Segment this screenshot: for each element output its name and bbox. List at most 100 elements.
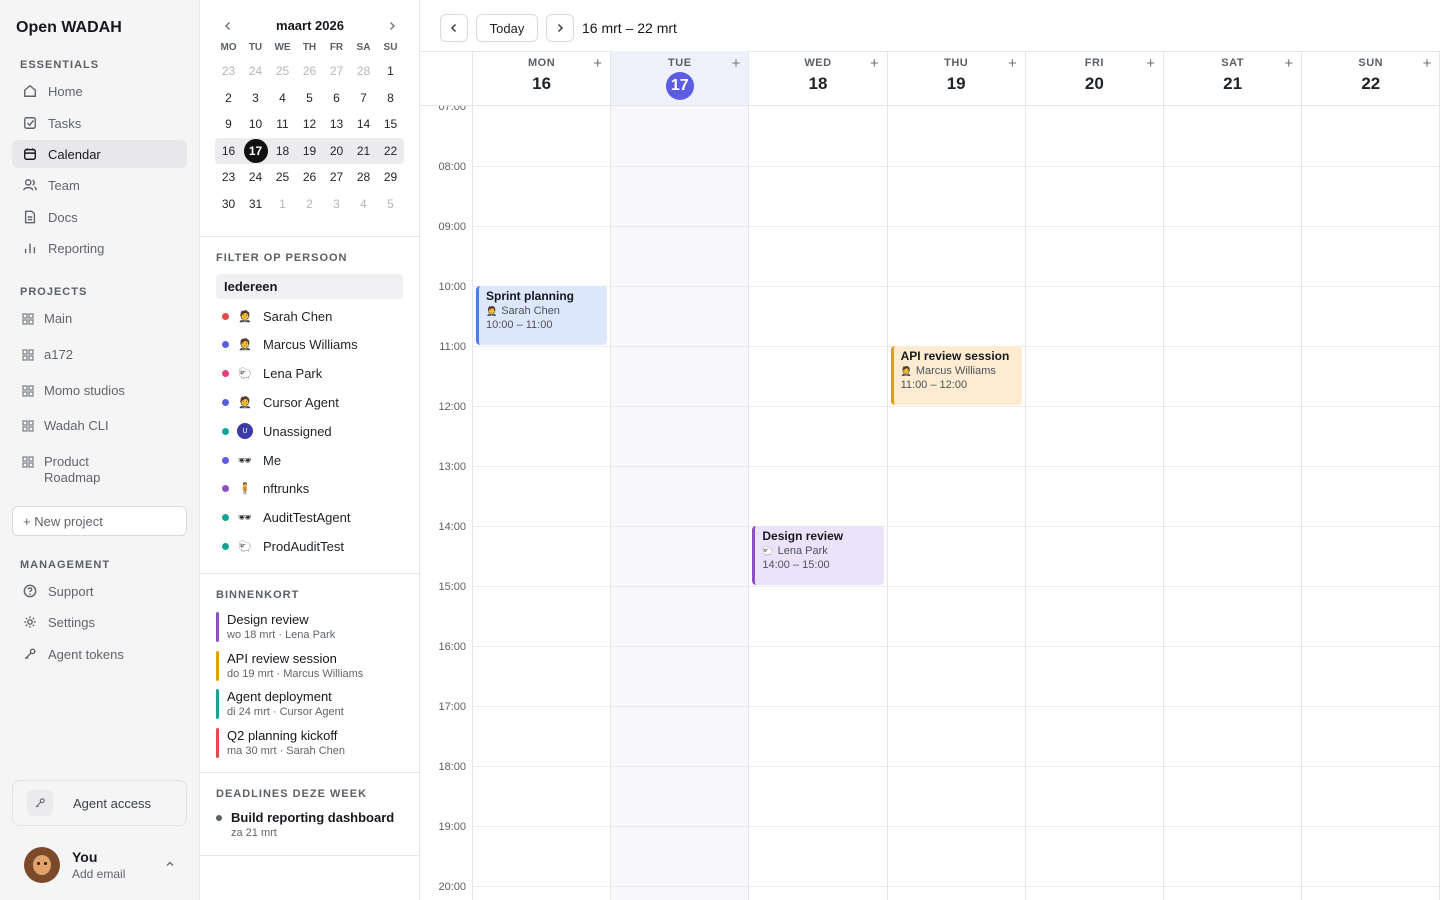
mini-calendar-day[interactable]: 18 <box>269 138 296 165</box>
mini-calendar-day[interactable]: 8 <box>377 85 404 112</box>
mini-calendar-day[interactable]: 1 <box>377 58 404 85</box>
mini-calendar-day[interactable]: 23 <box>215 58 242 85</box>
next-month-button[interactable] <box>382 16 402 36</box>
project-item-main[interactable]: Main <box>12 311 187 327</box>
mini-calendar-day[interactable]: 26 <box>296 164 323 191</box>
mini-calendar-day[interactable]: 7 <box>350 85 377 112</box>
mini-calendar-day[interactable]: 9 <box>215 111 242 138</box>
mini-calendar-day[interactable]: 22 <box>377 138 404 165</box>
time-grid[interactable]: 07:00 08:00 09:00 10:00 11:00 12:00 13:00 14:00… <box>420 106 1440 900</box>
project-item-wadah-cli[interactable]: Wadah CLI <box>12 418 187 434</box>
sidebar-item-team[interactable]: Team <box>12 171 187 199</box>
essentials-label: ESSENTIALS <box>20 59 100 71</box>
mini-calendar-day[interactable]: 13 <box>323 111 350 138</box>
new-project-button[interactable]: + New project <box>12 506 187 536</box>
mini-calendar-day[interactable]: 28 <box>350 58 377 85</box>
add-event-button[interactable]: + <box>732 56 741 72</box>
upcoming-item[interactable]: Agent deployment di 24 mrt · Cursor Agent <box>216 689 406 720</box>
mini-calendar-day[interactable]: 29 <box>377 164 404 191</box>
calendar-event[interactable]: Sprint planning 🤵 Sarah Chen 10:00 – 11:00 <box>476 286 608 345</box>
mini-calendar-day[interactable]: 31 <box>242 191 269 218</box>
add-event-button[interactable]: + <box>870 56 879 72</box>
mini-calendar-day[interactable]: 24 <box>242 58 269 85</box>
mini-calendar-day[interactable]: 2 <box>296 191 323 218</box>
mini-calendar-day[interactable]: 30 <box>215 191 242 218</box>
mini-calendar-day[interactable]: 27 <box>323 58 350 85</box>
person-filter-item[interactable]: 🤵 Sarah Chen <box>216 304 403 328</box>
mini-calendar-day[interactable]: 23 <box>215 164 242 191</box>
sidebar-item-tasks[interactable]: Tasks <box>12 109 187 137</box>
add-event-button[interactable]: + <box>1008 56 1017 72</box>
mini-calendar-day[interactable]: 5 <box>296 85 323 112</box>
deadline-item[interactable]: Build reporting dashboard za 21 mrt <box>216 810 406 841</box>
day-header[interactable]: THU 19 + <box>887 51 1026 106</box>
day-header[interactable]: SUN 22 + <box>1302 51 1440 106</box>
day-header[interactable]: FRI 20 + <box>1025 51 1164 106</box>
mini-calendar-day[interactable]: 27 <box>323 164 350 191</box>
mini-calendar-day[interactable]: 16 <box>215 138 242 165</box>
mini-calendar-day[interactable]: 10 <box>242 111 269 138</box>
mini-calendar-day[interactable]: 20 <box>323 138 350 165</box>
mini-calendar-day[interactable]: 5 <box>377 191 404 218</box>
person-filter-item[interactable]: 🐑 ProdAuditTest <box>216 534 403 558</box>
day-header[interactable]: WED 18 + <box>749 51 888 106</box>
sidebar-item-settings[interactable]: Settings <box>12 608 187 636</box>
add-event-button[interactable]: + <box>1284 56 1293 72</box>
sidebar-item-home[interactable]: Home <box>12 77 187 105</box>
mini-calendar-day[interactable]: 19 <box>296 138 323 165</box>
mini-calendar-day[interactable]: 15 <box>377 111 404 138</box>
sidebar-item-docs[interactable]: Docs <box>12 203 187 231</box>
chevron-up-icon[interactable] <box>164 858 176 870</box>
person-filter-item[interactable]: 🤵 Cursor Agent <box>216 390 403 414</box>
mini-calendar-week: 30 31 1 2 3 4 5 <box>215 191 404 218</box>
day-header[interactable]: TUE 17 + <box>611 51 750 106</box>
mini-calendar-day[interactable]: 4 <box>350 191 377 218</box>
mini-calendar-day[interactable]: 28 <box>350 164 377 191</box>
day-header[interactable]: SAT 21 + <box>1164 51 1303 106</box>
project-item-momo-studios[interactable]: Momo studios <box>12 383 187 399</box>
mini-calendar-day[interactable]: 1 <box>269 191 296 218</box>
mini-calendar-day[interactable]: 6 <box>323 85 350 112</box>
upcoming-item[interactable]: Q2 planning kickoff ma 30 mrt · Sarah Che… <box>216 728 406 759</box>
sidebar-item-reporting[interactable]: Reporting <box>12 234 187 262</box>
add-event-button[interactable]: + <box>1146 56 1155 72</box>
mini-calendar-day[interactable]: 24 <box>242 164 269 191</box>
mini-calendar-day[interactable]: 25 <box>269 58 296 85</box>
day-header[interactable]: MON 16 + <box>473 51 612 106</box>
mini-calendar-day[interactable]: 17 <box>242 138 269 165</box>
mini-calendar-day[interactable]: 14 <box>350 111 377 138</box>
mini-calendar-day[interactable]: 4 <box>269 85 296 112</box>
user-menu[interactable]: You Add email <box>24 846 184 884</box>
person-filter-item[interactable]: 🤵 Marcus Williams <box>216 333 403 357</box>
add-event-button[interactable]: + <box>593 56 602 72</box>
prev-week-button[interactable] <box>440 14 468 42</box>
add-event-button[interactable]: + <box>1423 56 1432 72</box>
project-item-a172[interactable]: a172 <box>12 347 187 363</box>
agent-access-button[interactable]: Agent access <box>12 780 187 826</box>
sidebar-item-support[interactable]: Support <box>12 577 187 605</box>
person-filter-item[interactable]: 🕶 Me <box>216 448 403 472</box>
mini-calendar-day[interactable]: 26 <box>296 58 323 85</box>
sidebar-item-agent-tokens[interactable]: Agent tokens <box>12 640 187 668</box>
person-filter-item[interactable]: U Unassigned <box>216 419 403 443</box>
mini-calendar-day[interactable]: 3 <box>323 191 350 218</box>
mini-calendar-day[interactable]: 12 <box>296 111 323 138</box>
person-filter-item[interactable]: 🧍 nftrunks <box>216 477 403 501</box>
calendar-event[interactable]: Design review 🐑 Lena Park 14:00 – 15:00 <box>752 526 884 585</box>
upcoming-item[interactable]: API review session do 19 mrt · Marcus Wil… <box>216 651 406 682</box>
project-item-product-roadmap[interactable]: Product Roadmap <box>12 454 187 486</box>
filter-everyone[interactable]: Iedereen <box>216 274 403 299</box>
mini-calendar-day[interactable]: 21 <box>350 138 377 165</box>
mini-calendar-day[interactable]: 11 <box>269 111 296 138</box>
person-filter-item[interactable]: 🕶 AuditTestAgent <box>216 506 403 530</box>
today-button[interactable]: Today <box>476 14 538 42</box>
mini-calendar-day[interactable]: 25 <box>269 164 296 191</box>
person-filter-item[interactable]: 🐑 Lena Park <box>216 362 403 386</box>
time-gutter-header <box>420 51 473 106</box>
next-week-button[interactable] <box>546 14 574 42</box>
sidebar-item-calendar[interactable]: Calendar <box>12 140 187 168</box>
calendar-event[interactable]: API review session 🤵 Marcus Williams 11:00 … <box>890 346 1022 405</box>
upcoming-item[interactable]: Design review wo 18 mrt · Lena Park <box>216 612 406 643</box>
mini-calendar-day[interactable]: 3 <box>242 85 269 112</box>
mini-calendar-day[interactable]: 2 <box>215 85 242 112</box>
